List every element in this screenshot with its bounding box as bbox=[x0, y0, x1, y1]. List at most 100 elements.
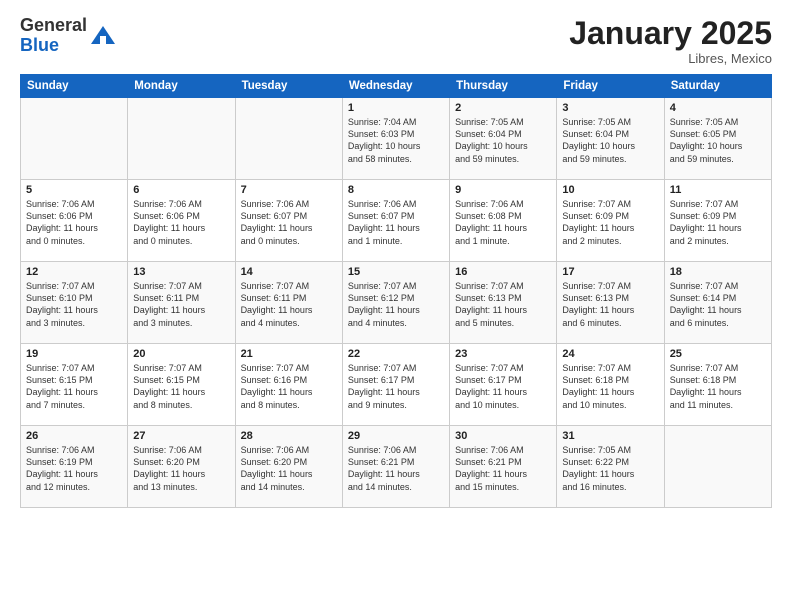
page: General Blue January 2025 Libres, Mexico… bbox=[0, 0, 792, 612]
col-friday: Friday bbox=[557, 75, 664, 98]
day-number: 9 bbox=[455, 184, 551, 196]
day-info: Sunrise: 7:05 AM Sunset: 6:04 PM Dayligh… bbox=[562, 116, 658, 165]
day-info: Sunrise: 7:07 AM Sunset: 6:09 PM Dayligh… bbox=[670, 198, 766, 247]
calendar-cell: 19 Sunrise: 7:07 AM Sunset: 6:15 PM Dayli… bbox=[21, 344, 128, 426]
day-number: 8 bbox=[348, 184, 444, 196]
calendar-cell bbox=[235, 98, 342, 180]
day-number: 15 bbox=[348, 266, 444, 278]
day-info: Sunrise: 7:07 AM Sunset: 6:16 PM Dayligh… bbox=[241, 362, 337, 411]
day-number: 4 bbox=[670, 102, 766, 114]
day-info: Sunrise: 7:07 AM Sunset: 6:18 PM Dayligh… bbox=[562, 362, 658, 411]
calendar-week-4: 19 Sunrise: 7:07 AM Sunset: 6:15 PM Dayli… bbox=[21, 344, 772, 426]
day-info: Sunrise: 7:06 AM Sunset: 6:20 PM Dayligh… bbox=[133, 444, 229, 493]
day-number: 20 bbox=[133, 348, 229, 360]
calendar-body: 1Sunrise: 7:04 AM Sunset: 6:03 PM Daylig… bbox=[21, 98, 772, 508]
day-number: 30 bbox=[455, 430, 551, 442]
day-number: 12 bbox=[26, 266, 122, 278]
calendar-cell: 22 Sunrise: 7:07 AM Sunset: 6:17 PM Dayli… bbox=[342, 344, 449, 426]
day-info: Sunrise: 7:06 AM Sunset: 6:20 PM Dayligh… bbox=[241, 444, 337, 493]
day-info: Sunrise: 7:07 AM Sunset: 6:09 PM Dayligh… bbox=[562, 198, 658, 247]
day-number: 24 bbox=[562, 348, 658, 360]
col-thursday: Thursday bbox=[450, 75, 557, 98]
calendar-cell bbox=[21, 98, 128, 180]
day-info: Sunrise: 7:06 AM Sunset: 6:07 PM Dayligh… bbox=[241, 198, 337, 247]
month-title: January 2025 bbox=[569, 16, 772, 51]
calendar-cell: 20Sunrise: 7:07 AM Sunset: 6:15 PM Dayli… bbox=[128, 344, 235, 426]
col-sunday: Sunday bbox=[21, 75, 128, 98]
day-number: 27 bbox=[133, 430, 229, 442]
calendar-cell: 25 Sunrise: 7:07 AM Sunset: 6:18 PM Dayli… bbox=[664, 344, 771, 426]
calendar-cell: 14 Sunrise: 7:07 AM Sunset: 6:11 PM Dayli… bbox=[235, 262, 342, 344]
day-number: 23 bbox=[455, 348, 551, 360]
day-number: 29 bbox=[348, 430, 444, 442]
day-info: Sunrise: 7:05 AM Sunset: 6:04 PM Dayligh… bbox=[455, 116, 551, 165]
logo: General Blue bbox=[20, 16, 117, 56]
day-number: 11 bbox=[670, 184, 766, 196]
logo-text: General Blue bbox=[20, 16, 87, 56]
day-number: 7 bbox=[241, 184, 337, 196]
calendar-cell: 23 Sunrise: 7:07 AM Sunset: 6:17 PM Dayli… bbox=[450, 344, 557, 426]
weekday-header-row: Sunday Monday Tuesday Wednesday Thursday… bbox=[21, 75, 772, 98]
day-number: 10 bbox=[562, 184, 658, 196]
day-info: Sunrise: 7:07 AM Sunset: 6:14 PM Dayligh… bbox=[670, 280, 766, 329]
logo-icon bbox=[89, 22, 117, 50]
day-number: 17 bbox=[562, 266, 658, 278]
calendar-cell: 7 Sunrise: 7:06 AM Sunset: 6:07 PM Daylig… bbox=[235, 180, 342, 262]
calendar-cell: 6 Sunrise: 7:06 AM Sunset: 6:06 PM Daylig… bbox=[128, 180, 235, 262]
calendar: Sunday Monday Tuesday Wednesday Thursday… bbox=[20, 74, 772, 508]
logo-general: General bbox=[20, 15, 87, 35]
col-wednesday: Wednesday bbox=[342, 75, 449, 98]
day-number: 31 bbox=[562, 430, 658, 442]
calendar-cell: 2 Sunrise: 7:05 AM Sunset: 6:04 PM Daylig… bbox=[450, 98, 557, 180]
calendar-cell: 16Sunrise: 7:07 AM Sunset: 6:13 PM Dayli… bbox=[450, 262, 557, 344]
col-monday: Monday bbox=[128, 75, 235, 98]
calendar-cell: 5 Sunrise: 7:06 AM Sunset: 6:06 PM Daylig… bbox=[21, 180, 128, 262]
calendar-week-3: 12Sunrise: 7:07 AM Sunset: 6:10 PM Dayli… bbox=[21, 262, 772, 344]
calendar-cell: 31Sunrise: 7:05 AM Sunset: 6:22 PM Dayli… bbox=[557, 426, 664, 508]
day-number: 25 bbox=[670, 348, 766, 360]
calendar-cell: 30 Sunrise: 7:06 AM Sunset: 6:21 PM Dayli… bbox=[450, 426, 557, 508]
day-number: 21 bbox=[241, 348, 337, 360]
location-subtitle: Libres, Mexico bbox=[569, 51, 772, 66]
day-number: 5 bbox=[26, 184, 122, 196]
calendar-cell: 17 Sunrise: 7:07 AM Sunset: 6:13 PM Dayli… bbox=[557, 262, 664, 344]
col-tuesday: Tuesday bbox=[235, 75, 342, 98]
day-number: 28 bbox=[241, 430, 337, 442]
day-info: Sunrise: 7:07 AM Sunset: 6:11 PM Dayligh… bbox=[241, 280, 337, 329]
calendar-cell: 24 Sunrise: 7:07 AM Sunset: 6:18 PM Dayli… bbox=[557, 344, 664, 426]
day-info: Sunrise: 7:06 AM Sunset: 6:21 PM Dayligh… bbox=[455, 444, 551, 493]
day-info: Sunrise: 7:07 AM Sunset: 6:15 PM Dayligh… bbox=[26, 362, 122, 411]
day-number: 13 bbox=[133, 266, 229, 278]
day-number: 18 bbox=[670, 266, 766, 278]
day-info: Sunrise: 7:07 AM Sunset: 6:17 PM Dayligh… bbox=[348, 362, 444, 411]
day-info: Sunrise: 7:07 AM Sunset: 6:17 PM Dayligh… bbox=[455, 362, 551, 411]
col-saturday: Saturday bbox=[664, 75, 771, 98]
day-info: Sunrise: 7:06 AM Sunset: 6:08 PM Dayligh… bbox=[455, 198, 551, 247]
day-number: 26 bbox=[26, 430, 122, 442]
day-info: Sunrise: 7:07 AM Sunset: 6:11 PM Dayligh… bbox=[133, 280, 229, 329]
day-info: Sunrise: 7:06 AM Sunset: 6:06 PM Dayligh… bbox=[133, 198, 229, 247]
day-info: Sunrise: 7:07 AM Sunset: 6:12 PM Dayligh… bbox=[348, 280, 444, 329]
calendar-cell: 8Sunrise: 7:06 AM Sunset: 6:07 PM Daylig… bbox=[342, 180, 449, 262]
day-number: 14 bbox=[241, 266, 337, 278]
calendar-cell bbox=[128, 98, 235, 180]
day-info: Sunrise: 7:06 AM Sunset: 6:06 PM Dayligh… bbox=[26, 198, 122, 247]
day-info: Sunrise: 7:07 AM Sunset: 6:18 PM Dayligh… bbox=[670, 362, 766, 411]
logo-blue: Blue bbox=[20, 35, 59, 55]
calendar-cell: 12Sunrise: 7:07 AM Sunset: 6:10 PM Dayli… bbox=[21, 262, 128, 344]
day-info: Sunrise: 7:05 AM Sunset: 6:05 PM Dayligh… bbox=[670, 116, 766, 165]
day-number: 2 bbox=[455, 102, 551, 114]
day-info: Sunrise: 7:06 AM Sunset: 6:19 PM Dayligh… bbox=[26, 444, 122, 493]
day-number: 19 bbox=[26, 348, 122, 360]
calendar-week-2: 5 Sunrise: 7:06 AM Sunset: 6:06 PM Daylig… bbox=[21, 180, 772, 262]
calendar-cell: 4 Sunrise: 7:05 AM Sunset: 6:05 PM Daylig… bbox=[664, 98, 771, 180]
day-info: Sunrise: 7:07 AM Sunset: 6:13 PM Dayligh… bbox=[562, 280, 658, 329]
day-info: Sunrise: 7:06 AM Sunset: 6:21 PM Dayligh… bbox=[348, 444, 444, 493]
day-number: 1 bbox=[348, 102, 444, 114]
day-info: Sunrise: 7:07 AM Sunset: 6:13 PM Dayligh… bbox=[455, 280, 551, 329]
day-number: 22 bbox=[348, 348, 444, 360]
calendar-cell: 27 Sunrise: 7:06 AM Sunset: 6:20 PM Dayli… bbox=[128, 426, 235, 508]
calendar-cell: 3Sunrise: 7:05 AM Sunset: 6:04 PM Daylig… bbox=[557, 98, 664, 180]
header: General Blue January 2025 Libres, Mexico bbox=[20, 16, 772, 66]
day-number: 6 bbox=[133, 184, 229, 196]
